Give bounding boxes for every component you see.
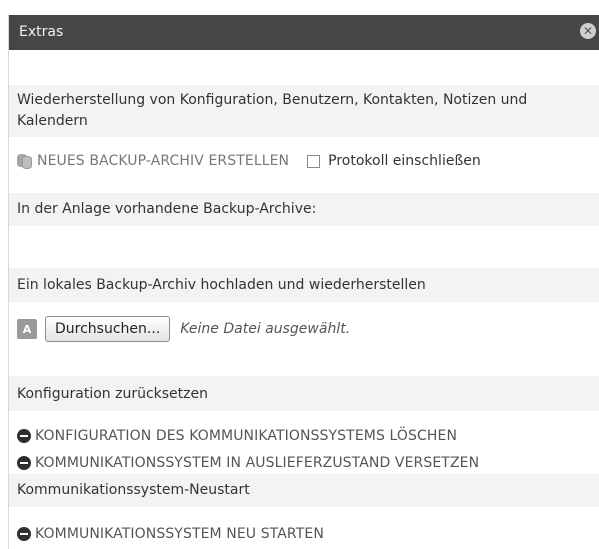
reset-delete-row: KONFIGURATION DES KOMMUNIKATIONSSYSTEMS …	[9, 426, 599, 446]
restart-heading-row: Kommunikationssystem-Neustart	[9, 474, 599, 507]
reset-heading-row: Konfiguration zurücksetzen	[9, 376, 599, 411]
restart-button[interactable]: KOMMUNIKATIONSSYSTEM NEU STARTEN	[35, 526, 324, 542]
archive-list	[9, 226, 599, 268]
dialog-titlebar: Extras ✕	[9, 15, 599, 50]
upload-heading: Ein lokales Backup-Archiv hochladen und …	[17, 277, 426, 293]
restore-heading: Wiederherstellung von Konfiguration, Ben…	[17, 92, 528, 129]
existing-archives-row: In der Anlage vorhandene Backup-Archive:	[9, 193, 599, 226]
minus-circle-icon	[17, 527, 31, 541]
minus-circle-icon	[17, 456, 31, 470]
reset-factory-button[interactable]: KOMMUNIKATIONSSYSTEM IN AUSLIEFERZUSTAND…	[35, 455, 479, 471]
restore-heading-row: Wiederherstellung von Konfiguration, Ben…	[9, 85, 599, 137]
database-icon	[17, 153, 33, 169]
close-icon[interactable]: ✕	[580, 23, 596, 39]
reset-delete-button[interactable]: KONFIGURATION DES KOMMUNIKATIONSSYSTEMS …	[35, 428, 457, 444]
restart-row: KOMMUNIKATIONSSYSTEM NEU STARTEN	[9, 524, 599, 544]
protocol-checkbox[interactable]	[307, 154, 321, 168]
extras-dialog: Extras ✕ Wiederherstellung von Konfigura…	[8, 15, 599, 549]
reset-factory-row: KOMMUNIKATIONSSYSTEM IN AUSLIEFERZUSTAND…	[9, 453, 599, 473]
dialog-title: Extras	[19, 24, 64, 40]
create-backup-button[interactable]: NEUES BACKUP-ARCHIV ERSTELLEN	[37, 153, 289, 169]
background-window-strip	[0, 0, 599, 14]
reset-heading: Konfiguration zurücksetzen	[17, 386, 208, 402]
create-backup-row: NEUES BACKUP-ARCHIV ERSTELLEN Protokoll …	[9, 149, 599, 173]
browse-button[interactable]: Durchsuchen...	[45, 316, 171, 342]
restart-heading: Kommunikationssystem-Neustart	[17, 482, 250, 498]
upload-icon[interactable]: A	[17, 319, 37, 339]
upload-heading-row: Ein lokales Backup-Archiv hochladen und …	[9, 268, 599, 302]
existing-archives-heading: In der Anlage vorhandene Backup-Archive:	[17, 201, 317, 217]
minus-circle-icon	[17, 429, 31, 443]
no-file-text: Keine Datei ausgewählt.	[180, 321, 351, 337]
protocol-checkbox-label: Protokoll einschließen	[328, 152, 481, 169]
upload-controls-row: A Durchsuchen... Keine Datei ausgewählt.	[9, 315, 599, 343]
